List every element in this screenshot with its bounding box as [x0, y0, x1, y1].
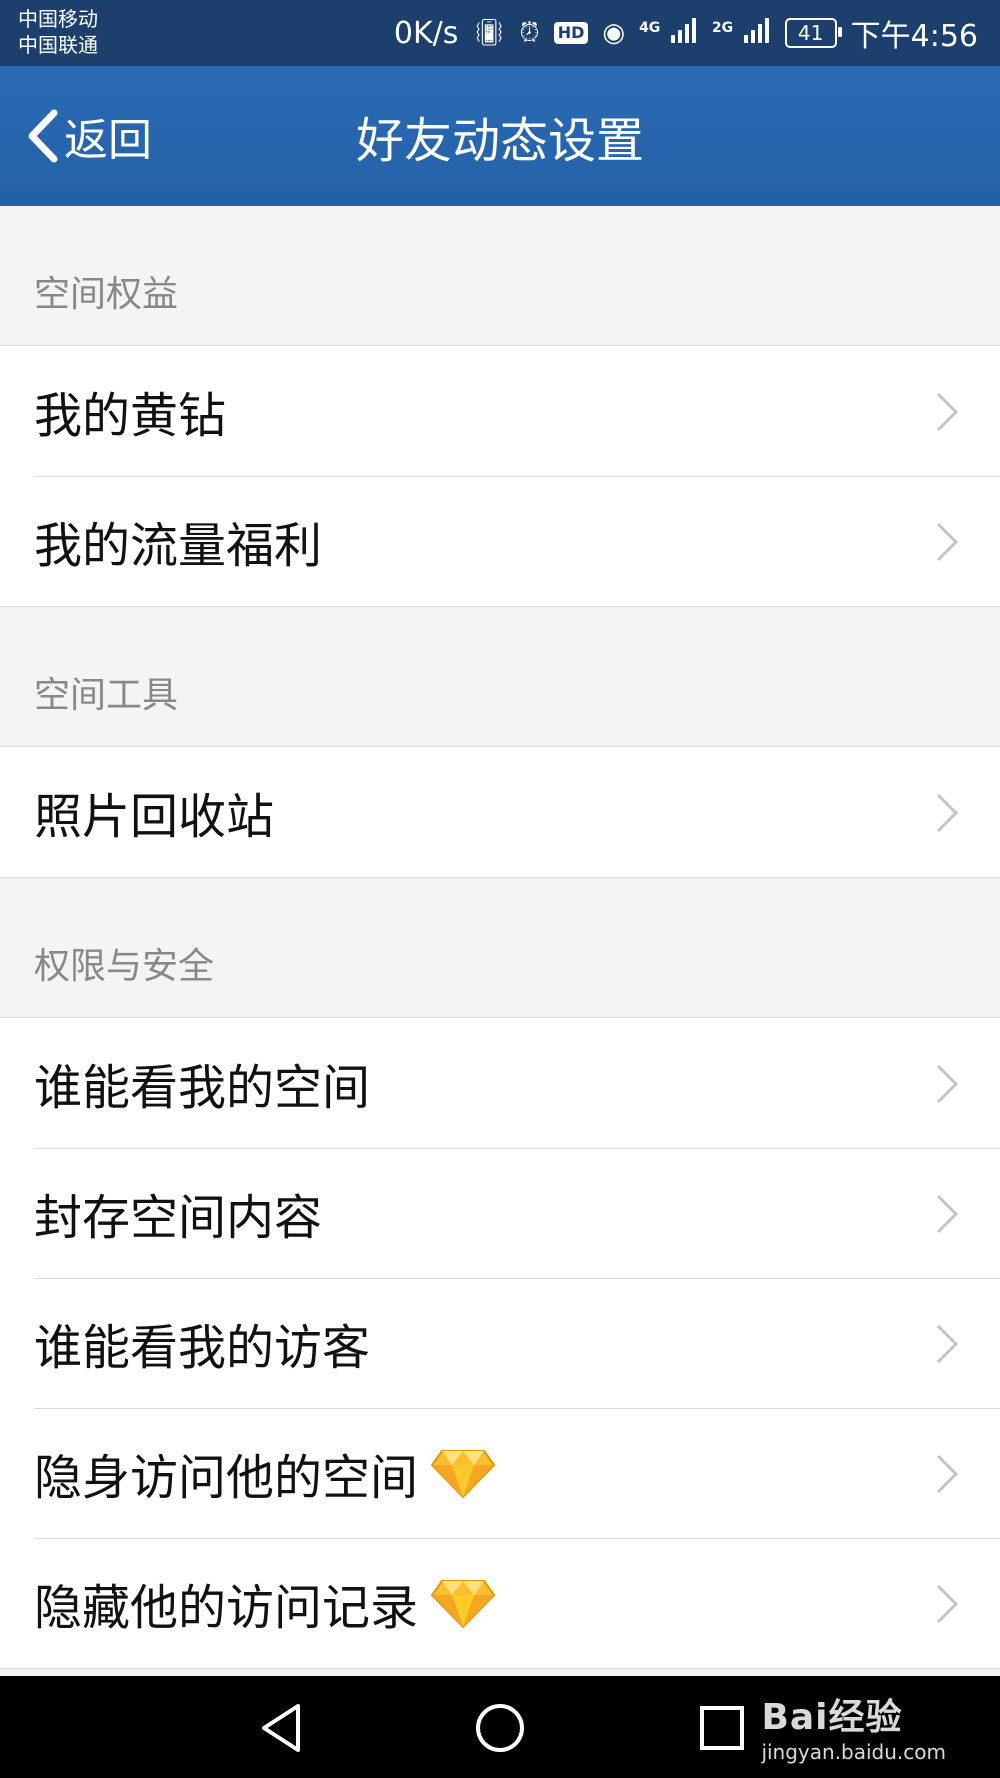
row-label: 我的黄钻 [34, 388, 227, 444]
chevron-right-icon [936, 1584, 959, 1624]
chevron-right-icon [936, 793, 959, 833]
clock: 下午4:56 [850, 19, 978, 54]
alarm-icon: ⏰︎ [519, 17, 540, 48]
signal-2g-icon: 2G [712, 16, 771, 51]
row-yellow-diamond[interactable]: 我的黄钻 [0, 346, 1000, 476]
row-seal-space-content[interactable]: 封存空间内容 [0, 1148, 1000, 1278]
row-label: 我的流量福利 [34, 518, 323, 574]
row-label: 照片回收站 [34, 789, 275, 845]
net-2g-label: 2G [711, 19, 734, 36]
vip-diamond-icon [430, 1580, 496, 1629]
chevron-right-icon [936, 1194, 959, 1234]
row-label: 封存空间内容 [34, 1190, 323, 1246]
baidu-watermark: Bai经验 jingyan.baidu.com [761, 1688, 946, 1764]
watermark-brand: Bai经验 [761, 1697, 903, 1738]
chevron-right-icon [936, 522, 959, 562]
row-invisible-visit[interactable]: 隐身访问他的空间 [0, 1408, 1000, 1538]
section-tools: 照片回收站 [0, 747, 1000, 878]
nav-home-icon[interactable] [470, 1698, 530, 1758]
carrier-1: 中国移动 [18, 7, 98, 31]
row-label: 谁能看我的空间 [34, 1060, 371, 1116]
title-bar: 返回 好友动态设置 [0, 66, 1000, 206]
eye-icon: ◉ [602, 18, 626, 48]
carrier-info: 中国移动 中国联通 [18, 6, 98, 58]
section-header-rights: 空间权益 [0, 206, 1000, 346]
section-header-tools: 空间工具 [0, 607, 1000, 747]
section-rights: 我的黄钻 我的流量福利 [0, 346, 1000, 607]
section-privacy: 谁能看我的空间 封存空间内容 谁能看我的访客 隐身访问他的空间 隐藏他的访问记录 [0, 1018, 1000, 1669]
row-label: 隐藏他的访问记录 [34, 1580, 419, 1636]
back-label: 返回 [64, 115, 152, 166]
chevron-right-icon [936, 1064, 959, 1104]
hd-icon: HD [553, 22, 589, 44]
row-data-benefits[interactable]: 我的流量福利 [0, 476, 1000, 606]
vip-diamond-icon [430, 1450, 496, 1499]
back-button[interactable]: 返回 [24, 66, 152, 206]
section-header-privacy: 权限与安全 [0, 878, 1000, 1018]
nav-recents-icon[interactable] [692, 1698, 752, 1758]
row-who-can-view-visitors[interactable]: 谁能看我的访客 [0, 1278, 1000, 1408]
row-label: 隐身访问他的空间 [34, 1450, 419, 1506]
vibrate-icon: 📳︎ [472, 18, 506, 48]
carrier-2: 中国联通 [18, 33, 98, 57]
battery-icon: 41 [784, 18, 842, 48]
row-hide-visit-record[interactable]: 隐藏他的访问记录 [0, 1538, 1000, 1668]
signal-4g-icon: 4G [639, 16, 698, 51]
net-4g-label: 4G [639, 19, 661, 36]
net-speed: 0K/s [393, 15, 459, 51]
row-label: 谁能看我的访客 [34, 1320, 371, 1376]
row-photo-recycle-bin[interactable]: 照片回收站 [0, 747, 1000, 877]
status-bar: 中国移动 中国联通 0K/s 📳︎ ⏰︎ HD ◉ 4G 2G 41 下午4:5… [0, 0, 1000, 66]
settings-list: 空间权益 我的黄钻 我的流量福利 空间工具 照片回收站 权限与安全 谁能看我的空… [0, 206, 1000, 1669]
row-who-can-view-space[interactable]: 谁能看我的空间 [0, 1018, 1000, 1148]
chevron-right-icon [936, 1454, 959, 1494]
status-icons: 0K/s 📳︎ ⏰︎ HD ◉ 4G 2G 41 下午4:56 [394, 0, 978, 66]
chevron-right-icon [936, 392, 959, 432]
nav-back-icon[interactable] [252, 1698, 312, 1758]
chevron-left-icon [28, 109, 58, 163]
chevron-right-icon [936, 1324, 959, 1364]
watermark-url: jingyan.baidu.com [761, 1740, 946, 1764]
